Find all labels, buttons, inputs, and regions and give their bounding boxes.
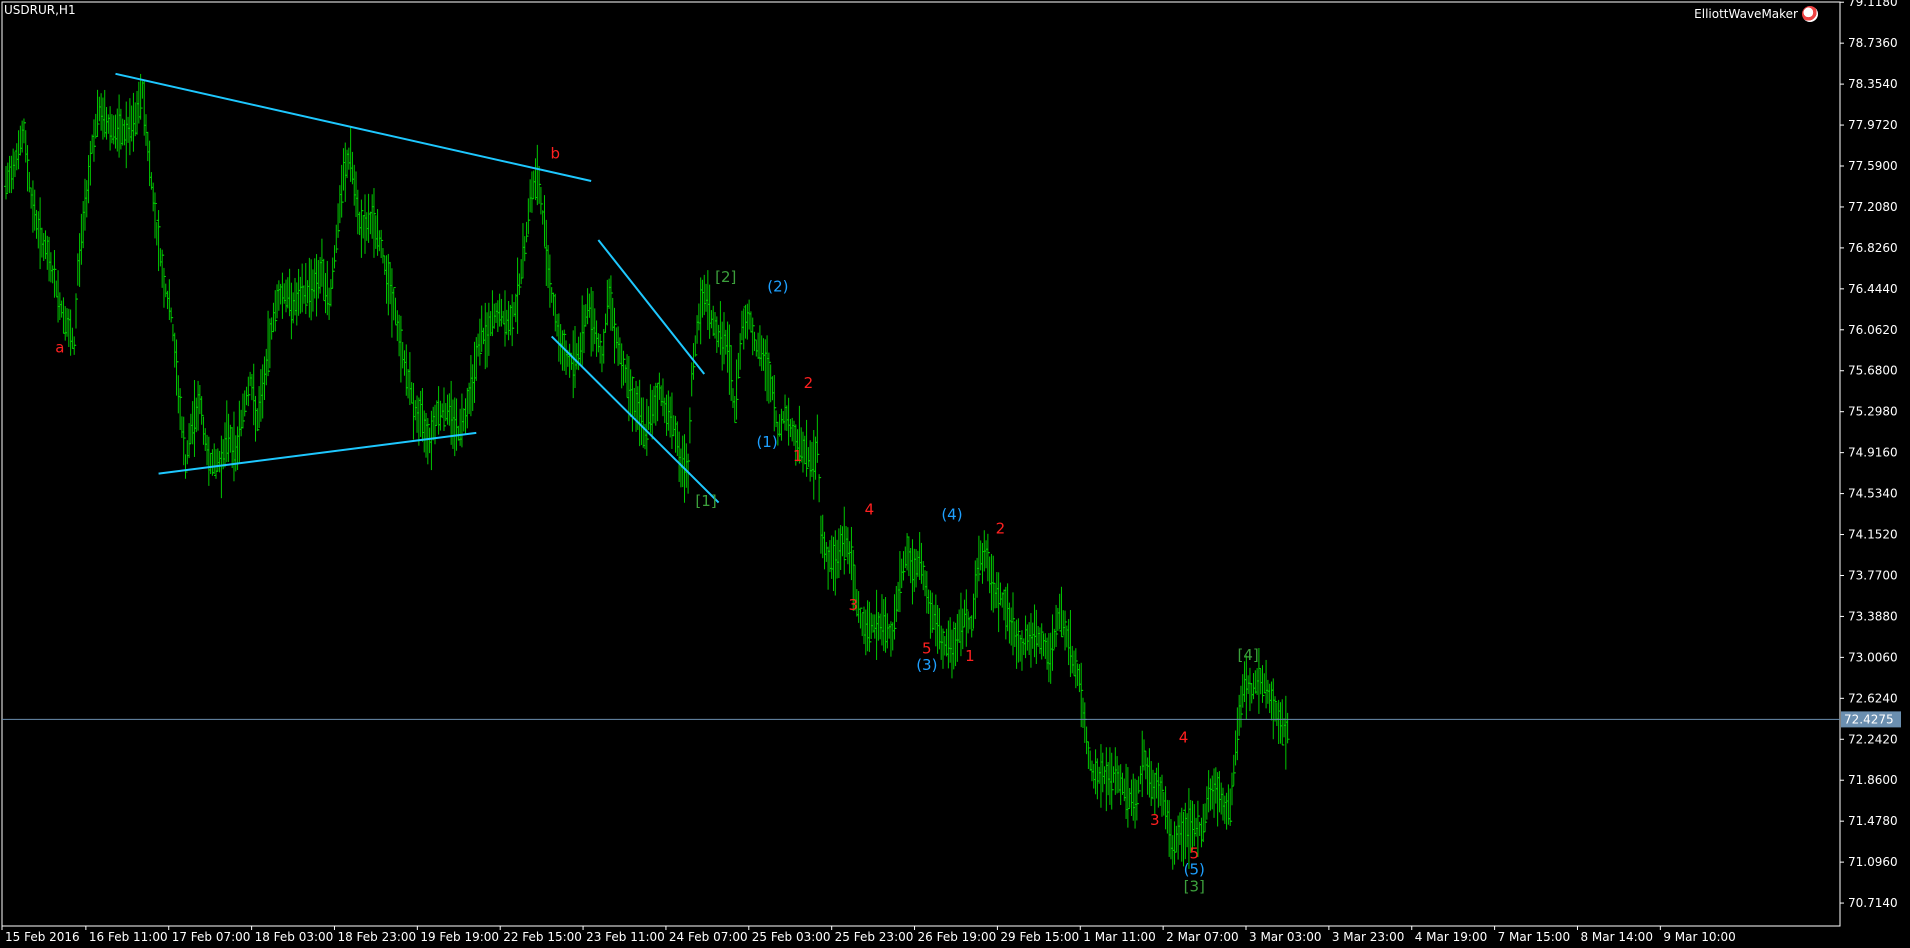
x-axis: 15 Feb 2016 16 Feb 11:00 17 Feb 07:00 18 Fe…	[1, 926, 1736, 944]
wave-label: 3	[848, 596, 858, 614]
wave-label: 3	[1150, 811, 1160, 829]
y-tick-label: 73.3880	[1848, 609, 1898, 623]
wave-label: a	[55, 339, 64, 357]
wave-label: 4	[1179, 729, 1189, 747]
y-tick-label: 72.2420	[1848, 732, 1898, 746]
y-tick-label: 76.0620	[1848, 323, 1898, 337]
wave-label: (2)	[767, 277, 788, 295]
plot-frame	[1, 1, 1841, 927]
y-axis: 79.1180 78.7360 78.3540 77.9720 77.5900 77.20…	[1840, 0, 1898, 910]
indicator-label: ElliottWaveMaker	[1694, 7, 1798, 21]
wave-label: (4)	[941, 506, 962, 524]
y-tick-label: 71.8600	[1848, 773, 1898, 787]
x-tick-label: 25 Feb 03:00	[752, 930, 831, 944]
y-tick-label: 70.7140	[1848, 896, 1898, 910]
x-tick-label: 8 Mar 14:00	[1580, 930, 1653, 944]
x-tick-label: 4 Mar 19:00	[1415, 930, 1488, 944]
wave-label: (3)	[916, 656, 937, 674]
wave-label: [1]	[695, 492, 716, 510]
wave-label: (5)	[1184, 861, 1205, 879]
y-tick-label: 77.5900	[1848, 159, 1898, 173]
y-tick-label: 78.7360	[1848, 36, 1898, 50]
y-tick-label: 74.1520	[1848, 528, 1898, 542]
x-tick-label: 18 Feb 03:00	[255, 930, 334, 944]
x-tick-label: 3 Mar 23:00	[1332, 930, 1405, 944]
y-tick-label: 73.0060	[1848, 650, 1898, 664]
price-chart[interactable]: 79.1180 78.7360 78.3540 77.9720 77.5900 77.20…	[0, 0, 1910, 948]
chart-root: 79.1180 78.7360 78.3540 77.9720 77.5900 77.20…	[0, 0, 1910, 948]
wave-label: b	[551, 145, 561, 163]
x-tick-label: 1 Mar 11:00	[1083, 930, 1156, 944]
x-tick-label: 19 Feb 19:00	[420, 930, 499, 944]
x-tick-label: 24 Feb 07:00	[669, 930, 748, 944]
y-tick-label: 77.9720	[1848, 118, 1898, 132]
wave-label: 2	[996, 520, 1006, 538]
y-tick-label: 74.5340	[1848, 487, 1898, 501]
y-tick-label: 71.4780	[1848, 814, 1898, 828]
wave-label: 1	[965, 647, 975, 665]
x-tick-label: 7 Mar 15:00	[1498, 930, 1571, 944]
y-tick-label: 71.0960	[1848, 855, 1898, 869]
elliott-wave-indicator-icon	[1802, 6, 1818, 22]
x-tick-label: 17 Feb 07:00	[172, 930, 251, 944]
wave-label: 1	[793, 447, 803, 465]
y-tick-label: 72.6240	[1848, 691, 1898, 705]
y-tick-label: 75.6800	[1848, 364, 1898, 378]
y-tick-label: 76.4440	[1848, 282, 1898, 296]
y-tick-label: 73.7700	[1848, 568, 1898, 582]
x-tick-label: 23 Feb 11:00	[586, 930, 665, 944]
x-tick-label: 26 Feb 19:00	[918, 930, 997, 944]
y-tick-label: 74.9160	[1848, 446, 1898, 460]
x-tick-label: 22 Feb 15:00	[503, 930, 582, 944]
wave-label: [4]	[1238, 646, 1259, 664]
x-tick-label: 29 Feb 15:00	[1000, 930, 1079, 944]
x-tick-label: 9 Mar 10:00	[1663, 930, 1736, 944]
x-tick-label: 15 Feb 2016	[5, 930, 80, 944]
y-tick-label: 79.1180	[1848, 0, 1898, 9]
wave-label: [3]	[1184, 878, 1205, 896]
symbol-label: USDRUR,H1	[4, 3, 76, 17]
wave-label: 2	[804, 374, 814, 392]
x-tick-label: 3 Mar 03:00	[1249, 930, 1322, 944]
x-tick-label: 16 Feb 11:00	[89, 930, 168, 944]
wave-label: 4	[865, 500, 875, 518]
y-tick-label: 77.2080	[1848, 200, 1898, 214]
current-price-label: 72.4275	[1844, 712, 1894, 726]
wave-label: [2]	[715, 268, 736, 286]
y-tick-label: 75.2980	[1848, 405, 1898, 419]
wave-label: (1)	[756, 433, 777, 451]
indicator-badge[interactable]: ElliottWaveMaker	[1694, 6, 1818, 22]
x-tick-label: 18 Feb 23:00	[337, 930, 416, 944]
x-tick-label: 25 Feb 23:00	[835, 930, 914, 944]
x-tick-label: 2 Mar 07:00	[1166, 930, 1239, 944]
y-tick-label: 76.8260	[1848, 241, 1898, 255]
y-tick-label: 78.3540	[1848, 77, 1898, 91]
